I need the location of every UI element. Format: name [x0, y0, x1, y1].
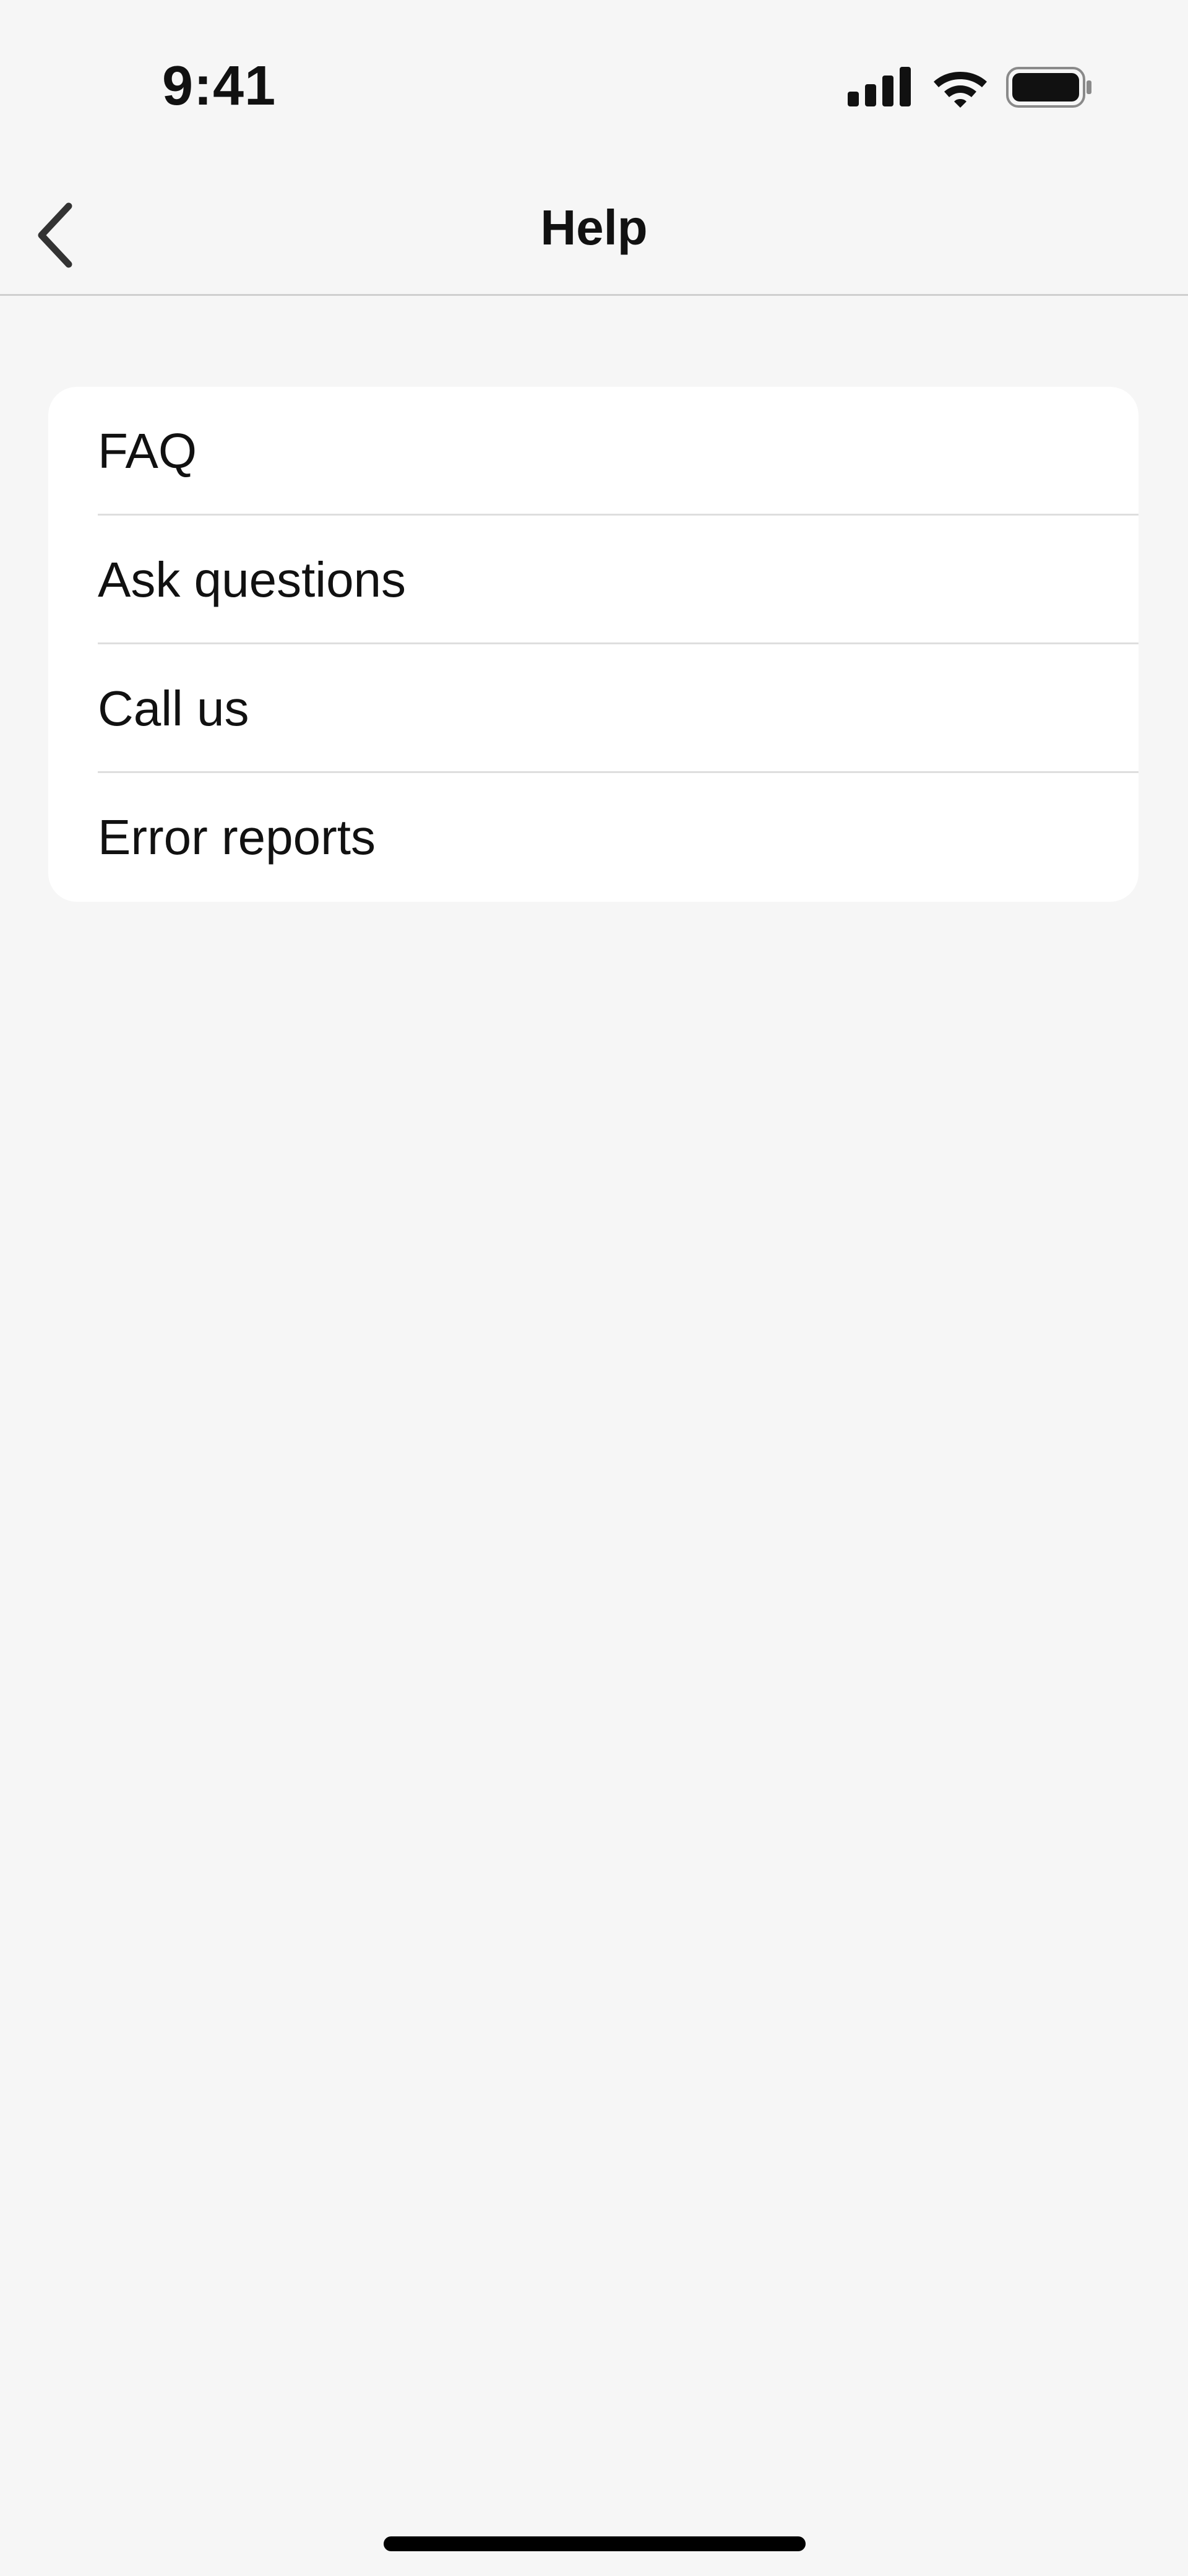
- page-title: Help: [540, 200, 648, 255]
- list-item-faq[interactable]: FAQ: [48, 387, 1138, 516]
- list-item-label: Error reports: [98, 810, 376, 865]
- list-item-error-reports[interactable]: Error reports: [48, 773, 1138, 902]
- list-item-label: Ask questions: [98, 552, 407, 607]
- list-item-call-us[interactable]: Call us: [48, 644, 1138, 773]
- home-indicator: [384, 2536, 806, 2551]
- status-bar: 9:41: [0, 0, 1188, 155]
- signal-icon: [848, 67, 911, 106]
- list-item-ask-questions[interactable]: Ask questions: [48, 516, 1138, 644]
- status-icons: [848, 67, 1095, 110]
- list-item-label: FAQ: [98, 423, 197, 478]
- navigation-bar: Help: [0, 155, 1188, 296]
- help-options-list: FAQ Ask questions Call us Error reports: [48, 387, 1138, 902]
- status-time: 9:41: [162, 55, 277, 117]
- list-item-label: Call us: [98, 681, 249, 736]
- battery-icon: [1006, 67, 1091, 108]
- wifi-icon: [934, 72, 987, 108]
